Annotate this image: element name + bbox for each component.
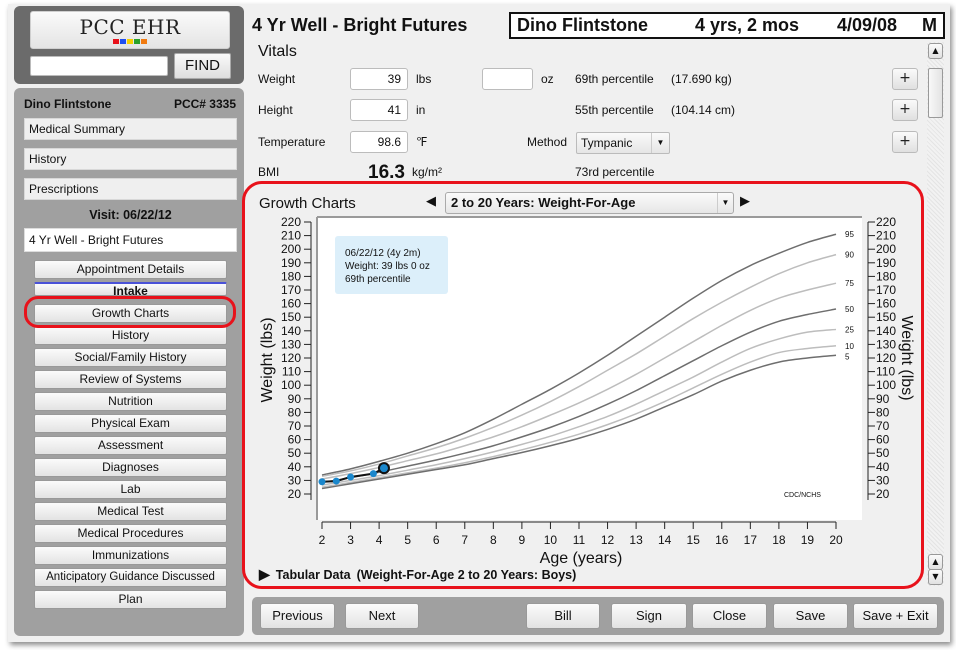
tooltip-line-weight: Weight: 39 lbs 0 oz <box>345 261 430 272</box>
tooltip-line-percentile: 69th percentile <box>345 274 411 285</box>
y-tick-label-right: 140 <box>876 324 896 338</box>
x-axis-label: Age (years) <box>540 550 623 567</box>
x-tick-label: 15 <box>687 533 701 547</box>
x-tick-label: 3 <box>347 533 354 547</box>
y-tick-label-left: 190 <box>281 256 301 270</box>
y-tick-label-left: 50 <box>288 446 302 460</box>
y-axis-left: 2030405060708090100110120130140150160170… <box>281 215 312 501</box>
y-tick-label-left: 70 <box>288 419 302 433</box>
tabular-data-description: (Weight-For-Age 2 to 20 Years: Boys) <box>356 567 577 582</box>
y-tick-label-left: 200 <box>281 242 301 256</box>
y-tick-label-left: 110 <box>282 365 301 379</box>
y-axis-right: 2030405060708090100110120130140150160170… <box>867 215 896 501</box>
y-tick-label-left: 220 <box>281 215 301 229</box>
x-tick-label: 19 <box>801 533 815 547</box>
y-tick-label-right: 60 <box>876 433 890 447</box>
x-tick-label: 4 <box>376 533 383 547</box>
y-tick-label-right: 90 <box>876 392 890 406</box>
x-tick-label: 10 <box>544 533 558 547</box>
y-tick-label-right: 150 <box>876 310 896 324</box>
y-tick-label-left: 130 <box>281 337 301 351</box>
x-tick-label: 13 <box>629 533 643 547</box>
save-button[interactable]: Save <box>773 603 848 629</box>
y-tick-label-right: 100 <box>876 378 896 392</box>
y-tick-label-left: 20 <box>288 487 302 501</box>
y-tick-label-right: 40 <box>876 460 890 474</box>
y-tick-label-left: 60 <box>288 433 302 447</box>
tabular-data-label: Tabular Data <box>275 567 351 582</box>
x-tick-label: 14 <box>658 533 672 547</box>
percentile-label-25: 25 <box>845 325 854 334</box>
x-tick-label: 16 <box>715 533 729 547</box>
y-tick-label-right: 80 <box>876 405 890 419</box>
y-tick-label-left: 100 <box>281 378 301 392</box>
y-axis-label-right: Weight (lbs) <box>898 315 915 400</box>
percentile-label-5: 5 <box>845 352 850 361</box>
percentile-label-75: 75 <box>845 279 854 288</box>
y-tick-label-left: 140 <box>281 324 301 338</box>
y-tick-label-right: 180 <box>876 269 896 283</box>
x-tick-label: 6 <box>433 533 440 547</box>
tabular-data-toggle[interactable]: ▶ Tabular Data (Weight-For-Age 2 to 20 Y… <box>259 566 576 583</box>
y-tick-label-right: 20 <box>876 487 890 501</box>
y-tick-label-left: 170 <box>281 283 301 297</box>
bottom-toolbar: Previous Next Bill Sign Close Save Save … <box>252 597 944 635</box>
patient-point[interactable] <box>347 473 355 481</box>
patient-point[interactable] <box>318 478 326 486</box>
patient-point-selected[interactable] <box>377 462 390 475</box>
y-tick-label-right: 210 <box>876 229 896 243</box>
y-tick-label-left: 180 <box>281 269 301 283</box>
y-tick-label-left: 210 <box>281 229 301 243</box>
x-tick-label: 18 <box>772 533 786 547</box>
y-tick-label-right: 50 <box>876 446 890 460</box>
y-tick-label-right: 70 <box>876 419 890 433</box>
x-tick-label: 11 <box>573 533 586 547</box>
x-tick-label: 7 <box>461 533 468 547</box>
patient-point[interactable] <box>332 477 340 485</box>
y-tick-label-left: 90 <box>288 392 302 406</box>
x-tick-label: 17 <box>744 533 758 547</box>
patient-point[interactable] <box>369 470 377 478</box>
x-tick-label: 12 <box>601 533 615 547</box>
y-tick-label-right: 30 <box>876 473 890 487</box>
percentile-label-95: 95 <box>845 230 854 239</box>
y-tick-label-left: 30 <box>288 473 302 487</box>
x-tick-label: 2 <box>319 533 326 547</box>
y-tick-label-right: 110 <box>876 365 895 379</box>
y-tick-label-right: 160 <box>876 297 896 311</box>
y-tick-label-right: 190 <box>876 256 896 270</box>
y-tick-label-left: 80 <box>288 405 302 419</box>
percentile-label-90: 90 <box>845 251 854 260</box>
y-axis-label-left: Weight (lbs) <box>259 317 276 402</box>
previous-button[interactable]: Previous <box>260 603 335 629</box>
y-tick-label-right: 120 <box>876 351 896 365</box>
x-tick-label: 8 <box>490 533 497 547</box>
y-tick-label-right: 170 <box>876 283 896 297</box>
y-tick-label-right: 220 <box>876 215 896 229</box>
next-button[interactable]: Next <box>345 603 419 629</box>
y-tick-label-left: 40 <box>288 460 302 474</box>
x-tick-label: 20 <box>829 533 843 547</box>
close-button[interactable]: Close <box>692 603 767 629</box>
bill-button[interactable]: Bill <box>526 603 600 629</box>
source-label: CDC/NCHS <box>784 492 821 499</box>
tooltip-line-date: 06/22/12 (4y 2m) <box>345 248 421 259</box>
x-tick-label: 5 <box>404 533 411 547</box>
percentile-label-10: 10 <box>845 342 854 351</box>
percentile-label-50: 50 <box>845 305 854 314</box>
y-tick-label-left: 120 <box>281 351 301 365</box>
x-axis: 2 3 4 5 6 7 8 9 10 11 12 13 14 15 16 17 18 19 20 <box>319 521 843 547</box>
y-tick-label-left: 150 <box>281 310 301 324</box>
growth-chart: 2030405060708090100110120130140150160170… <box>259 215 915 567</box>
y-tick-label-left: 160 <box>281 297 301 311</box>
expand-triangle-icon: ▶ <box>259 566 270 582</box>
y-tick-label-right: 130 <box>876 337 896 351</box>
save-exit-button[interactable]: Save + Exit <box>853 603 938 629</box>
y-tick-label-right: 200 <box>876 242 896 256</box>
x-tick-label: 9 <box>519 533 526 547</box>
sign-button[interactable]: Sign <box>611 603 687 629</box>
